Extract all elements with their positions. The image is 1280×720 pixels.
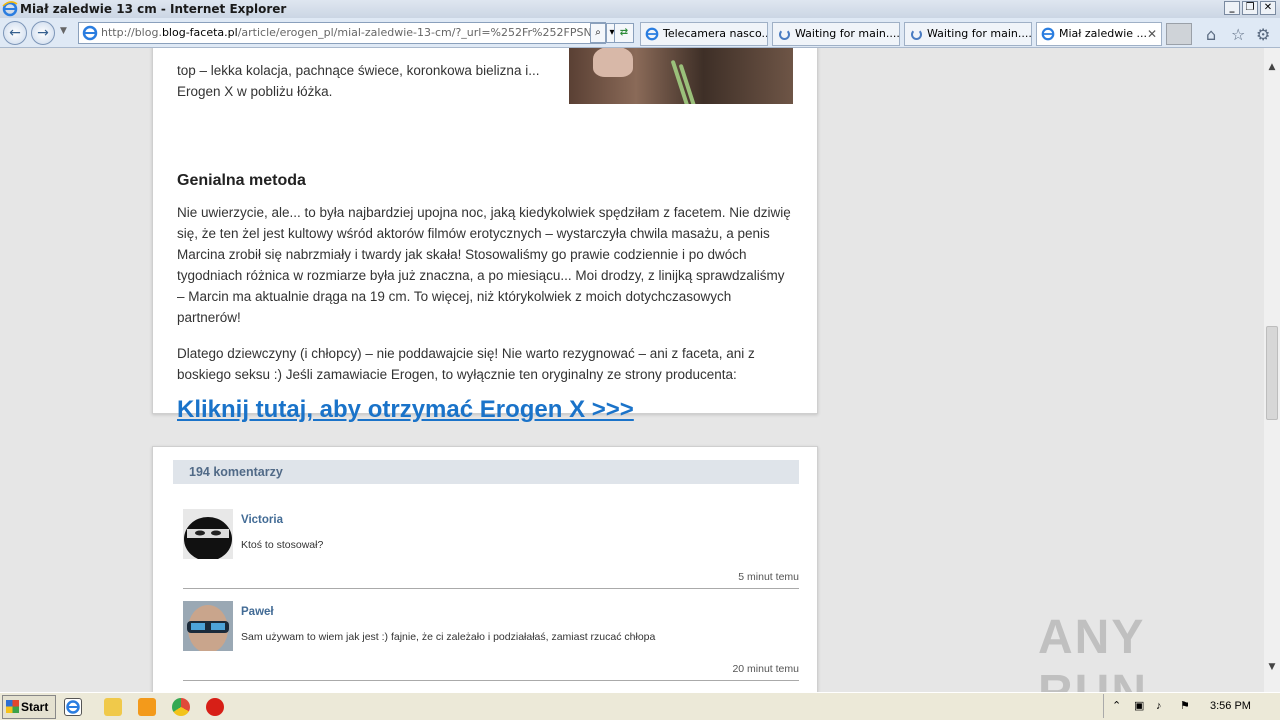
article-card: top – lekka kolacja, pachnące świece, ko… (152, 48, 818, 423)
history-dropdown-icon[interactable]: ▼ (60, 26, 67, 36)
home-icon[interactable]: ⌂ (1206, 25, 1216, 44)
ie-page-icon (82, 25, 98, 41)
scroll-down-icon[interactable]: ▼ (1264, 662, 1280, 678)
vertical-scrollbar[interactable]: ▲ ▼ (1264, 48, 1280, 692)
favorites-star-icon[interactable]: ☆ (1231, 25, 1245, 44)
speaker-icon[interactable]: ♪ (1156, 694, 1162, 718)
article-text-top: top – lekka kolacja, pachnące świece, ko… (177, 63, 540, 99)
comment-item: Paweł Sam używam to wiem jak jest :) faj… (183, 601, 799, 681)
minimize-button[interactable]: _ (1224, 1, 1240, 15)
folder-icon[interactable] (104, 698, 122, 716)
ie-taskbar-icon[interactable] (64, 698, 82, 716)
new-tab-button[interactable] (1166, 23, 1192, 45)
comments-section: 194 komentarzy Victoria Ktoś to stosował… (152, 446, 818, 692)
address-bar[interactable]: http://blog.blog-faceta.pl/article/eroge… (78, 22, 606, 44)
antivirus-icon[interactable] (206, 698, 224, 716)
refresh-icon[interactable]: ⇄ (614, 23, 634, 43)
settings-gear-icon[interactable]: ⚙ (1256, 25, 1270, 44)
taskbar: Start (0, 692, 1280, 720)
article-heading: Genialna metoda (177, 172, 306, 189)
article-image (569, 48, 793, 104)
restore-button[interactable]: ❐ (1242, 1, 1258, 15)
comment-time: 5 minut temu (738, 571, 799, 583)
window-title: Miał zaledwie 13 cm - Internet Explorer (20, 2, 287, 16)
action-flag-icon[interactable]: ⚑ (1180, 694, 1190, 718)
comments-count-header: 194 komentarzy (173, 460, 799, 484)
media-player-icon[interactable] (138, 698, 156, 716)
tab-1[interactable]: Telecamera nasco... (640, 22, 768, 46)
title-bar: Miał zaledwie 13 cm - Internet Explorer … (0, 0, 1280, 18)
browser-toolbar: ← → ▼ http://blog.blog-faceta.pl/article… (0, 18, 1280, 48)
tab-2[interactable]: Waiting for main.... (772, 22, 900, 46)
network-icon[interactable]: ▣ (1134, 694, 1144, 718)
loading-icon (779, 29, 790, 40)
comment-author[interactable]: Paweł (241, 606, 274, 618)
search-icon[interactable]: ⌕ (590, 23, 606, 43)
tray-expand-icon[interactable]: ⌃ (1112, 694, 1121, 718)
chrome-icon[interactable] (172, 698, 190, 716)
forward-button[interactable]: → (31, 21, 55, 45)
ie-icon (2, 1, 18, 17)
back-button[interactable]: ← (3, 21, 27, 45)
avatar (183, 509, 233, 559)
comment-text: Sam używam to wiem jak jest :) fajnie, ż… (241, 631, 656, 643)
windows-logo-icon (6, 699, 19, 713)
comment-author[interactable]: Victoria (241, 514, 283, 526)
tab-3[interactable]: Waiting for main.... (904, 22, 1032, 46)
scroll-thumb[interactable] (1266, 326, 1278, 420)
tab-4-active[interactable]: Miał zaledwie ... ✕ (1036, 22, 1162, 46)
article-paragraph-2: Dlatego dziewczyny (i chłopcy) – nie pod… (177, 346, 755, 382)
ie-icon (1041, 27, 1055, 41)
avatar (183, 601, 233, 651)
scroll-up-icon[interactable]: ▲ (1264, 62, 1280, 78)
clock[interactable]: 3:56 PM (1210, 694, 1251, 718)
loading-icon (911, 29, 922, 40)
comment-text: Ktoś to stosował? (241, 539, 324, 551)
close-window-button[interactable]: ✕ (1260, 1, 1276, 15)
close-tab-icon[interactable]: ✕ (1147, 23, 1157, 45)
article-paragraph-1: Nie uwierzycie, ale... to była najbardzi… (177, 205, 791, 325)
ie-icon (645, 27, 659, 41)
image-hand (593, 48, 633, 77)
system-tray: ⌃ ▣ ♪ ⚑ 3:56 PM (1103, 694, 1280, 718)
page-viewport: top – lekka kolacja, pachnące świece, ko… (0, 48, 1264, 692)
comment-item: Victoria Ktoś to stosował? 5 minut temu (183, 509, 799, 589)
cta-link[interactable]: Kliknij tutaj, aby otrzymać Erogen X >>> (177, 396, 634, 424)
comment-time: 20 minut temu (732, 663, 799, 675)
anyrun-watermark: ANY RUN (1038, 611, 1146, 692)
start-button[interactable]: Start (2, 694, 56, 719)
